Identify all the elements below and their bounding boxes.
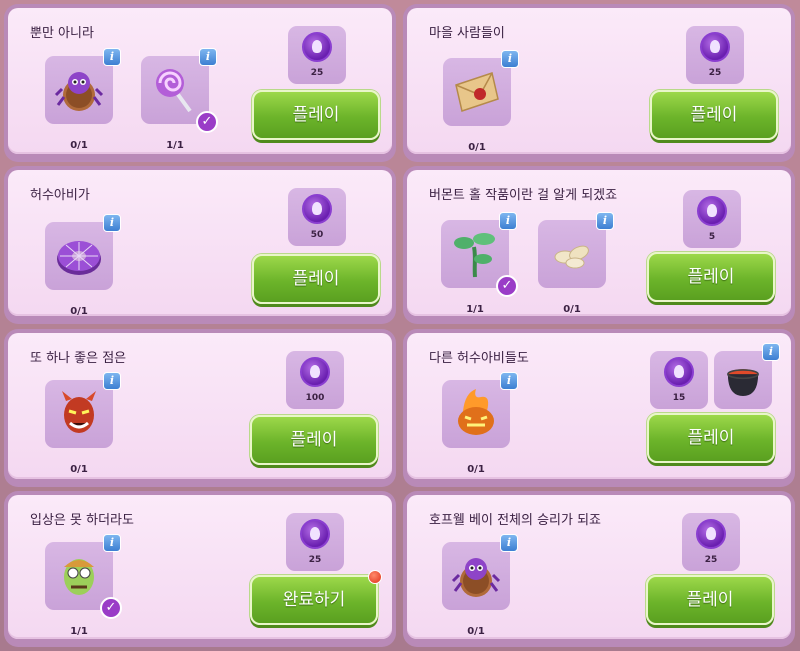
info-button[interactable]: i xyxy=(500,372,518,390)
play-button[interactable]: 플레이 xyxy=(646,575,774,625)
quest-card-5: 또 하나 좋은 점은 i 0/1 100 플레이 xyxy=(4,329,396,487)
reward-box: 25 xyxy=(288,26,346,84)
item-slot: i 0/1 xyxy=(442,534,518,637)
item-count: 0/1 xyxy=(563,304,581,315)
item-slot: i 0/1 xyxy=(442,372,518,475)
item-count: 0/1 xyxy=(468,142,486,153)
quest-card-8: 호프웰 베이 전체의 승리가 되죠 i 0/1 25 플레이 xyxy=(403,491,795,647)
quest-title: 뿐만 아니라 xyxy=(30,26,94,41)
play-button[interactable]: 플레이 xyxy=(250,415,378,465)
devil-mask-icon xyxy=(62,391,96,433)
cauldron-icon xyxy=(727,369,759,396)
item-slot: i ✓ 1/1 xyxy=(441,212,518,315)
reward-box: 25 xyxy=(686,26,744,84)
letter-icon xyxy=(455,72,499,112)
item-slot: i 0/1 xyxy=(538,212,614,315)
ghost-coin-icon xyxy=(300,357,330,387)
check-icon: ✓ xyxy=(496,275,518,297)
info-button[interactable]: i xyxy=(499,212,517,230)
info-button[interactable]: i xyxy=(199,48,217,66)
quest-title: 마을 사람들이 xyxy=(429,26,505,41)
item-slot: i ✓ 1/1 xyxy=(45,534,122,637)
quest-card-2: 마을 사람들이 i 0/1 25 플레이 xyxy=(403,4,795,162)
info-button[interactable]: i xyxy=(103,534,121,552)
quest-title: 호프웰 베이 전체의 승리가 되죠 xyxy=(429,513,602,528)
item-count: 0/1 xyxy=(70,306,88,317)
quest-title: 허수아비가 xyxy=(30,188,90,203)
ghost-coin-icon xyxy=(696,519,726,549)
reward-value: 50 xyxy=(310,230,324,240)
quest-title: 입상은 못 하더라도 xyxy=(30,513,134,528)
donut-icon xyxy=(57,241,101,275)
check-icon: ✓ xyxy=(100,597,122,619)
info-button[interactable]: i xyxy=(500,534,518,552)
play-button[interactable]: 플레이 xyxy=(650,90,778,140)
info-button[interactable]: i xyxy=(501,50,519,68)
reward-box: 25 xyxy=(682,513,740,571)
quest-card-4: 버몬트 홀 작품이란 걸 알게 되겠죠 i ✓ 1/1 i 0/1 5 플레이 xyxy=(403,166,795,324)
item-count: 1/1 xyxy=(166,140,184,151)
reward-box: 15 xyxy=(650,351,708,409)
reward-value: 25 xyxy=(704,555,718,565)
item-count: 0/1 xyxy=(70,140,88,151)
reward-box: 25 xyxy=(286,513,344,571)
complete-button-label: 완료하기 xyxy=(282,590,346,610)
ghost-coin-icon xyxy=(300,519,330,549)
spider-cookie-icon xyxy=(54,72,104,111)
quest-title: 다른 허수아비들도 xyxy=(429,351,529,366)
reward-value: 25 xyxy=(310,68,324,78)
info-button[interactable]: i xyxy=(103,372,121,390)
spider-cookie-icon xyxy=(451,558,501,597)
fire-pumpkin-icon xyxy=(458,389,494,435)
info-button[interactable]: i xyxy=(596,212,614,230)
notification-dot xyxy=(368,570,382,584)
quest-title: 버몬트 홀 작품이란 걸 알게 되겠죠 xyxy=(429,188,618,203)
quest-card-3: 허수아비가 i 0/1 50 플레이 xyxy=(4,166,396,324)
item-slot: i ✓ 1/1 xyxy=(141,48,218,151)
info-button[interactable]: i xyxy=(103,48,121,66)
item-count: 1/1 xyxy=(70,626,88,637)
play-button[interactable]: 플레이 xyxy=(252,90,380,140)
play-button[interactable]: 플레이 xyxy=(647,252,775,302)
ghost-coin-icon xyxy=(700,32,730,62)
check-icon: ✓ xyxy=(196,111,218,133)
reward-box: 100 xyxy=(286,351,344,409)
quest-card-1: 뿐만 아니라 i 0/1 i ✓ 1/1 25 플레이 xyxy=(4,4,396,162)
info-button[interactable]: i xyxy=(762,343,780,361)
item-slot: i 0/1 xyxy=(443,50,519,153)
info-button[interactable]: i xyxy=(103,214,121,232)
reward-value: 5 xyxy=(708,232,716,242)
play-button[interactable]: 플레이 xyxy=(252,254,380,304)
quest-card-6: 다른 허수아비들도 i 0/1 15 i 플레이 xyxy=(403,329,795,487)
reward-box: 50 xyxy=(288,188,346,246)
complete-button[interactable]: 완료하기 xyxy=(250,570,382,625)
ghost-coin-icon xyxy=(697,196,727,226)
item-count: 0/1 xyxy=(467,464,485,475)
reward-box: 5 xyxy=(683,190,741,248)
ghost-coin-icon xyxy=(302,32,332,62)
zombie-mask-icon xyxy=(64,559,94,595)
item-slot: i 0/1 xyxy=(45,48,121,151)
reward-value: 25 xyxy=(308,555,322,565)
reward-value: 25 xyxy=(708,68,722,78)
reward-value: 100 xyxy=(305,393,325,403)
item-count: 0/1 xyxy=(467,626,485,637)
item-slot: i 0/1 xyxy=(45,214,121,317)
lollipop-icon xyxy=(156,69,192,113)
item-count: 0/1 xyxy=(70,464,88,475)
reward-value: 15 xyxy=(672,393,686,403)
quest-title: 또 하나 좋은 점은 xyxy=(30,351,127,366)
reward-box: i xyxy=(714,343,780,409)
seeds-icon xyxy=(554,245,589,269)
quest-card-7: 입상은 못 하더라도 i ✓ 1/1 25 완료하기 xyxy=(4,491,396,647)
ghost-coin-icon xyxy=(302,194,332,224)
item-count: 1/1 xyxy=(466,304,484,315)
item-slot: i 0/1 xyxy=(45,372,121,475)
plant-icon xyxy=(454,233,495,278)
ghost-coin-icon xyxy=(664,357,694,387)
play-button[interactable]: 플레이 xyxy=(647,413,775,463)
